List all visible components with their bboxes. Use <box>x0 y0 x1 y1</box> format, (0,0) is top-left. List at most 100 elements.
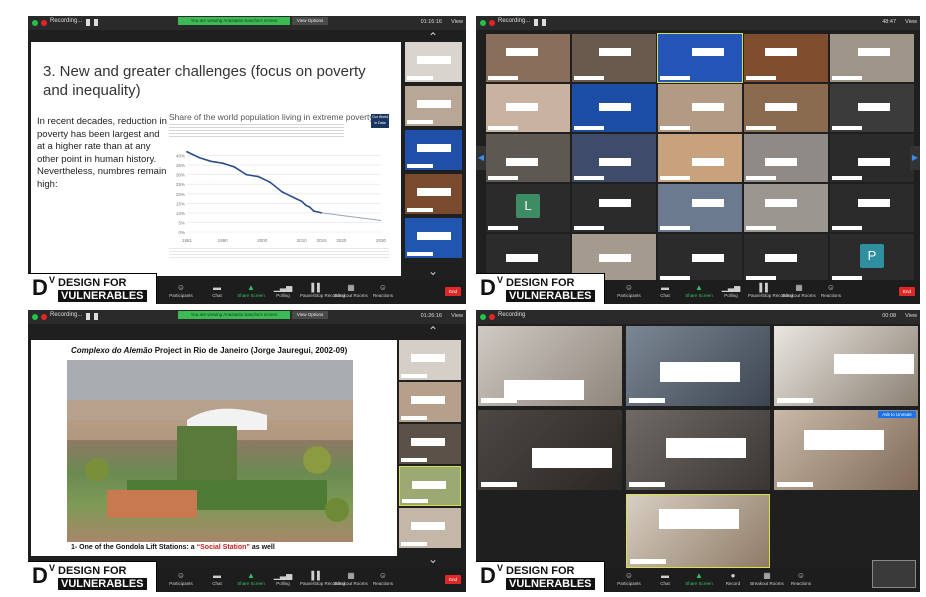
participant-tile[interactable] <box>486 134 570 182</box>
view-button[interactable]: View <box>905 313 917 319</box>
chevron-up-icon[interactable]: ⌃ <box>428 324 438 338</box>
security-icon[interactable] <box>32 314 38 320</box>
slide-title: Complexo do Alemão Project in Rio de Jan… <box>71 346 348 355</box>
active-speaker-video[interactable] <box>626 494 770 568</box>
participant-video[interactable] <box>478 326 622 406</box>
reactions-button[interactable]: ☺ Reactions <box>366 571 400 587</box>
participant-tile[interactable] <box>658 84 742 132</box>
breakout-rooms-button[interactable]: ▦ Breakout Rooms <box>750 571 784 587</box>
participant-tile[interactable] <box>658 184 742 232</box>
active-speaker-thumbnail[interactable] <box>399 466 461 506</box>
participant-video[interactable] <box>478 410 622 490</box>
stop-recording-icon[interactable] <box>542 19 546 26</box>
pause-recording-button[interactable]: ▌▌ Pause/Stop Recording <box>748 283 793 299</box>
share-screen-button[interactable]: ▲ Share Screen <box>682 571 716 587</box>
participant-tile[interactable] <box>744 34 828 82</box>
pause-recording-button[interactable]: ▌▌ Pause/Stop Recording <box>300 571 345 587</box>
participant-tile[interactable] <box>572 184 656 232</box>
participant-tile[interactable] <box>744 134 828 182</box>
participants-button[interactable]: ☺︎ Participants <box>164 283 198 299</box>
y-tick-label: 20% <box>176 192 185 197</box>
reactions-button[interactable]: ☺ Reactions <box>366 283 400 299</box>
breakout-rooms-button[interactable]: ▦ Breakout Rooms <box>334 283 368 299</box>
security-icon[interactable] <box>32 20 38 26</box>
participant-tile[interactable] <box>830 134 914 182</box>
end-meeting-button[interactable]: End <box>445 287 461 296</box>
participant-thumbnail[interactable] <box>405 42 462 82</box>
participant-thumbnail[interactable] <box>399 340 461 380</box>
participants-button[interactable]: ☺︎ Participants <box>612 283 646 299</box>
chat-button[interactable]: ▬ Chat <box>648 571 682 587</box>
reactions-button[interactable]: ☺ Reactions <box>814 283 848 299</box>
security-icon[interactable] <box>480 20 486 26</box>
participant-tile[interactable] <box>658 234 742 282</box>
participant-tile[interactable] <box>657 33 743 83</box>
participant-thumbnail[interactable] <box>405 86 462 126</box>
share-screen-button[interactable]: ▲ Share Screen <box>682 283 716 299</box>
record-button[interactable]: ● Record <box>716 571 750 587</box>
participant-tile[interactable]: P <box>830 234 914 282</box>
participant-tile[interactable] <box>744 234 828 282</box>
participant-thumbnail[interactable] <box>405 218 462 258</box>
view-button[interactable]: View <box>451 19 463 25</box>
view-options-button[interactable]: View Options <box>292 17 328 25</box>
view-options-button[interactable]: View Options <box>292 311 328 319</box>
participants-button[interactable]: ☺︎ Participants <box>164 571 198 587</box>
participant-thumbnail[interactable] <box>399 382 461 422</box>
participant-tile[interactable]: L <box>486 184 570 232</box>
participant-video[interactable] <box>774 410 918 490</box>
polling-button[interactable]: ▁▃▅ Polling <box>266 571 300 587</box>
chat-button[interactable]: ▬ Chat <box>200 571 234 587</box>
reactions-button[interactable]: ☺ Reactions <box>784 571 818 587</box>
view-button[interactable]: View <box>451 313 463 319</box>
pause-recording-button[interactable]: ▌▌ Pause/Stop Recording <box>300 283 345 299</box>
participant-tile[interactable] <box>572 134 656 182</box>
pause-recording-icon[interactable] <box>86 19 90 26</box>
privacy-redaction <box>599 158 631 166</box>
breakout-rooms-button[interactable]: ▦ Breakout Rooms <box>334 571 368 587</box>
participant-tile[interactable] <box>658 134 742 182</box>
ask-to-unmute-button[interactable]: Ask to Unmute <box>878 411 916 418</box>
participant-video[interactable] <box>626 326 770 406</box>
participant-thumbnail[interactable] <box>405 174 462 214</box>
self-view-thumbnail[interactable] <box>872 560 916 588</box>
stop-recording-icon[interactable] <box>94 19 98 26</box>
participant-tile[interactable] <box>486 84 570 132</box>
stop-recording-icon[interactable] <box>94 313 98 320</box>
x-tick-label: 2020 <box>336 238 347 243</box>
chat-button[interactable]: ▬ Chat <box>648 283 682 299</box>
share-screen-button[interactable]: ▲ Share Screen <box>234 571 268 587</box>
participant-thumbnail[interactable] <box>399 508 461 548</box>
participants-button[interactable]: ☺︎ Participants <box>612 571 646 587</box>
participant-thumbnail[interactable] <box>399 424 461 464</box>
participant-name-redaction <box>488 226 518 230</box>
next-page-button[interactable]: ▶ <box>910 146 920 170</box>
view-button[interactable]: View <box>905 19 917 25</box>
previous-page-button[interactable]: ◀ <box>476 146 486 170</box>
pause-recording-icon[interactable] <box>534 19 538 26</box>
participant-tile[interactable] <box>486 34 570 82</box>
participant-tile[interactable] <box>572 34 656 82</box>
chevron-down-icon[interactable]: ⌄ <box>428 552 438 566</box>
participant-tile[interactable] <box>830 84 914 132</box>
polling-button[interactable]: ▁▃▅ Polling <box>266 283 300 299</box>
share-screen-icon: ▲ <box>247 283 255 292</box>
participant-tile[interactable] <box>744 184 828 232</box>
design-for-vulnerables-logo: D V DESIGN FOR VULNERABLES <box>476 561 605 592</box>
participant-tile[interactable] <box>830 34 914 82</box>
share-screen-button[interactable]: ▲ Share Screen <box>234 283 268 299</box>
breakout-rooms-button[interactable]: ▦ Breakout Rooms <box>782 283 816 299</box>
participant-tile[interactable] <box>830 184 914 232</box>
participant-thumbnail[interactable] <box>405 130 462 170</box>
chat-button[interactable]: ▬ Chat <box>200 283 234 299</box>
participant-tile[interactable] <box>572 84 656 132</box>
security-icon[interactable] <box>480 314 486 320</box>
polling-button[interactable]: ▁▃▅ Polling <box>714 283 748 299</box>
end-meeting-button[interactable]: End <box>445 575 461 584</box>
pause-recording-icon[interactable] <box>86 313 90 320</box>
participant-video[interactable] <box>774 326 918 406</box>
participant-tile[interactable] <box>744 84 828 132</box>
participant-video[interactable] <box>626 410 770 490</box>
end-meeting-button[interactable]: End <box>899 287 915 296</box>
chevron-down-icon[interactable]: ⌄ <box>428 264 438 278</box>
